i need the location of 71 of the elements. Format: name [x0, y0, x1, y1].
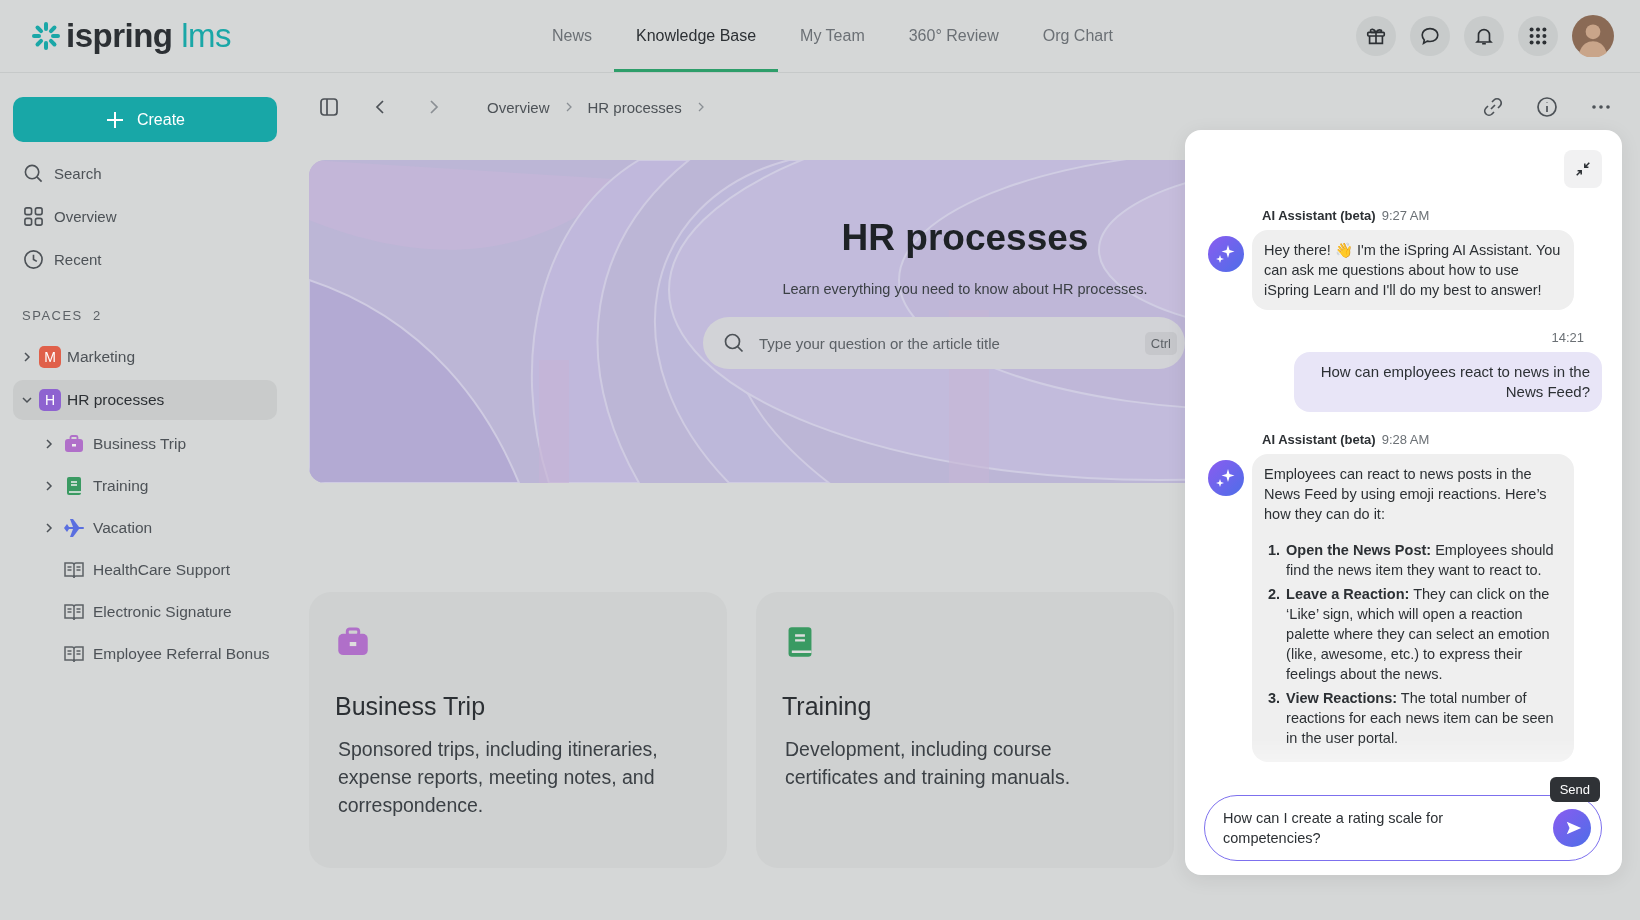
briefcase-icon — [63, 433, 85, 455]
open-book-icon — [63, 559, 85, 581]
spaces-heading: SPACES 2 — [22, 308, 103, 323]
chat-bubble-icon[interactable] — [1410, 16, 1450, 56]
open-book-icon — [63, 643, 85, 665]
tree-item[interactable]: Vacation — [13, 507, 290, 549]
send-button[interactable] — [1553, 809, 1591, 847]
chevron-icon[interactable] — [43, 480, 55, 492]
card-description: Sponsored trips, including itineraries, expense reports, meeting notes, and correspondence. — [338, 737, 659, 818]
breadcrumb-link[interactable]: Overview — [487, 98, 550, 116]
message-time: 9:28 AM — [1381, 432, 1430, 447]
search-field[interactable]: Type your question or the article title Ctrl — [703, 317, 1185, 369]
logo-icon — [30, 20, 62, 52]
nav-tab[interactable]: My Team — [778, 3, 887, 72]
nav-tab[interactable]: Org Chart — [1020, 3, 1135, 72]
category-card[interactable]: Business Trip Sponsored trips, including itineraries, expense reports, meeting notes, and correspondence. — [309, 592, 727, 868]
tree-item[interactable]: Business Trip — [13, 423, 290, 465]
grid-icon — [23, 206, 44, 227]
search-icon — [23, 163, 44, 184]
plus-icon — [105, 109, 125, 130]
breadcrumb-link[interactable]: HR processes — [587, 98, 682, 116]
space-badge: H — [39, 389, 61, 411]
apps-grid-icon[interactable] — [1518, 16, 1558, 56]
minimize-button[interactable] — [1564, 150, 1602, 188]
tree-item[interactable]: Employee Referral Bonus — [13, 633, 290, 675]
sidebar-item[interactable]: Recent — [13, 238, 290, 281]
hero-subtitle: Learn everything you need to know about HR processes. — [782, 281, 1148, 297]
nav-tab[interactable]: Knowledge Base — [614, 3, 779, 72]
message-author: AI Assistant (beta) — [1262, 432, 1376, 447]
user-message: How can employees react to news in the News Feed? — [1294, 352, 1602, 412]
nav-tab[interactable]: News — [530, 3, 614, 72]
bell-icon[interactable] — [1464, 16, 1504, 56]
space-badge: M — [39, 346, 61, 368]
clock-icon — [23, 249, 44, 270]
assistant-message: Employees can react to news posts in the News Feed by using emoji reactions. Here’s how they can do it: 1. Open the News Post: Employees should find the news item they want to react to. 2. Leave a Reaction: They can click on the ‘Like’ sign, which will open a reaction palette where they can select an emotion (like, awesome, etc.) to express their feelings about the news. 3. View Reactions: The total number of reactions for each news item can be seen in the user portal. — [1252, 454, 1574, 762]
hero-title: HR processes — [841, 217, 1089, 259]
tree-item[interactable]: Electronic Signature — [13, 591, 290, 633]
message-time: 14:21 — [1551, 330, 1584, 345]
sparkle-avatar-icon — [1208, 236, 1244, 272]
message-input[interactable]: How can I create a rating scale for competencies? — [1223, 808, 1473, 848]
open-book-icon — [63, 601, 85, 623]
message-author: AI Assistant (beta) — [1262, 208, 1376, 223]
send-tooltip: Send — [1549, 777, 1600, 802]
chevron-icon[interactable] — [43, 438, 55, 450]
avatar[interactable] — [1572, 15, 1614, 57]
space-item[interactable]: H HR processes — [13, 380, 277, 420]
tree-item[interactable]: Training — [13, 465, 290, 507]
space-item[interactable]: M Marketing — [13, 337, 277, 377]
card-title: Business Trip — [335, 692, 487, 721]
search-input[interactable]: Type your question or the article title — [757, 333, 1133, 353]
search-icon — [723, 332, 745, 354]
collapse-arrows-icon — [1574, 160, 1592, 178]
airplane-icon — [63, 517, 85, 539]
nav-tab[interactable]: 360° Review — [886, 3, 1021, 72]
gift-icon[interactable] — [1356, 16, 1396, 56]
sidebar-item[interactable]: Search — [13, 152, 290, 195]
chevron-icon[interactable] — [21, 351, 33, 363]
assistant-message: Hey there! 👋 I'm the iSpring AI Assistant. You can ask me questions about how to use iSpring Learn and I'll do my best to answer! — [1252, 230, 1574, 310]
logo-wordmark: ispring lms — [66, 17, 231, 55]
sparkle-avatar-icon — [1208, 460, 1244, 496]
chevron-icon[interactable] — [21, 394, 33, 406]
send-arrow-icon — [1564, 819, 1583, 837]
chevron-icon[interactable] — [43, 522, 55, 534]
create-button[interactable]: Create — [13, 97, 277, 142]
tree-item[interactable]: HealthCare Support — [13, 549, 290, 591]
card-title: Training — [782, 692, 873, 721]
category-card[interactable]: Training Development, including course certificates and training manuals. — [756, 592, 1174, 868]
sidebar-item[interactable]: Overview — [13, 195, 290, 238]
message-time: 9:27 AM — [1381, 208, 1430, 223]
card-description: Development, including course certificates and training manuals. — [785, 737, 1072, 790]
shortcut-key: Ctrl — [1144, 331, 1177, 355]
